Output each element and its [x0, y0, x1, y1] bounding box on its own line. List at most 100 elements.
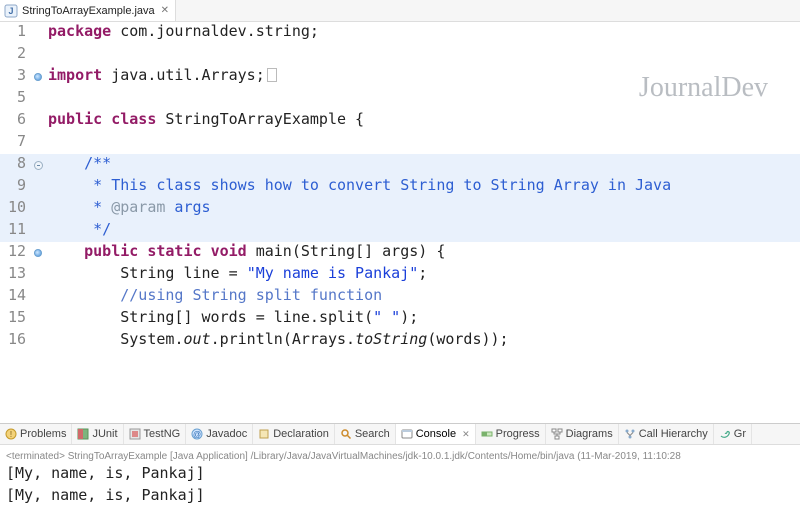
code-line[interactable]: 6public class StringToArrayExample { — [0, 110, 800, 132]
panel-tab-declaration[interactable]: Declaration — [253, 424, 335, 444]
gutter-line-number: 8 — [0, 154, 32, 176]
code-line[interactable]: 14 //using String split function — [0, 286, 800, 308]
code-line[interactable]: 2 — [0, 44, 800, 66]
code-text: String line = "My name is Pankaj"; — [44, 264, 800, 286]
gutter-line-number: 7 — [0, 132, 32, 154]
svg-text:!: ! — [10, 430, 12, 439]
panel-tab-javadoc[interactable]: @Javadoc — [186, 424, 253, 444]
panel-tab-label: Problems — [20, 428, 66, 440]
code-line[interactable]: 16 System.out.println(Arrays.toString(wo… — [0, 330, 800, 352]
gutter-line-number: 3 — [0, 66, 32, 88]
panel-tab-label: Declaration — [273, 428, 329, 440]
gutter-marker — [32, 220, 44, 242]
close-icon[interactable]: ✕ — [462, 429, 470, 440]
code-line[interactable]: 10 * @param args — [0, 198, 800, 220]
panel-tab-label: Javadoc — [206, 428, 247, 440]
code-text: */ — [44, 220, 800, 242]
code-text: import java.util.Arrays; — [44, 66, 800, 88]
ide-window: J StringToArrayExample.java ✕ JournalDev… — [0, 0, 800, 514]
fold-icon[interactable] — [34, 161, 43, 170]
gutter-marker — [32, 88, 44, 110]
gutter-marker — [32, 154, 44, 176]
code-text — [44, 44, 800, 66]
gutter-line-number: 16 — [0, 330, 32, 352]
panel-tab-label: Progress — [496, 428, 540, 440]
gutter-line-number: 2 — [0, 44, 32, 66]
gutter-line-number: 11 — [0, 220, 32, 242]
editor-tabrow: J StringToArrayExample.java ✕ — [0, 0, 800, 22]
code-text — [44, 88, 800, 110]
panel-tab-search[interactable]: Search — [335, 424, 396, 444]
code-text: package com.journaldev.string; — [44, 22, 800, 44]
code-line[interactable]: 9 * This class shows how to convert Stri… — [0, 176, 800, 198]
gutter-marker — [32, 198, 44, 220]
declaration-icon — [258, 428, 270, 440]
search-icon — [340, 428, 352, 440]
panel-tab-testng[interactable]: TestNG — [124, 424, 187, 444]
gutter-marker — [32, 22, 44, 44]
testng-icon — [129, 428, 141, 440]
junit-icon — [77, 428, 89, 440]
bottom-panel-tabs: ! Problems JUnit TestNG @Javadoc Declaration S… — [0, 423, 800, 445]
gutter-line-number: 9 — [0, 176, 32, 198]
panel-tab-junit[interactable]: JUnit — [72, 424, 123, 444]
gutter-marker — [32, 66, 44, 88]
console-icon — [401, 428, 413, 440]
console-output[interactable]: [My, name, is, Pankaj][My, name, is, Pan… — [0, 462, 800, 514]
panel-tab-label: Search — [355, 428, 390, 440]
code-text: public class StringToArrayExample { — [44, 110, 800, 132]
code-line[interactable]: 1package com.journaldev.string; — [0, 22, 800, 44]
panel-tab-console[interactable]: Console ✕ — [396, 424, 476, 444]
javadoc-icon: @ — [191, 428, 203, 440]
panel-tab-callhierarchy[interactable]: Call Hierarchy — [619, 424, 714, 444]
editor-tab-label: StringToArrayExample.java — [22, 5, 155, 17]
gutter-marker — [32, 242, 44, 264]
gutter-line-number: 5 — [0, 88, 32, 110]
panel-tab-label: Call Hierarchy — [639, 428, 708, 440]
editor-tab-active[interactable]: J StringToArrayExample.java ✕ — [0, 0, 176, 21]
code-text: * This class shows how to convert String… — [44, 176, 800, 198]
gutter-line-number: 10 — [0, 198, 32, 220]
panel-tab-diagrams[interactable]: Diagrams — [546, 424, 619, 444]
console-status-line: <terminated> StringToArrayExample [Java … — [0, 445, 800, 462]
gutter-marker — [32, 330, 44, 352]
code-line[interactable]: 5 — [0, 88, 800, 110]
gutter-marker — [32, 44, 44, 66]
gutter-marker — [32, 286, 44, 308]
panel-tab-label: JUnit — [92, 428, 117, 440]
override-marker-icon — [34, 249, 42, 257]
panel-tab-label: TestNG — [144, 428, 181, 440]
panel-tab-problems[interactable]: ! Problems — [0, 424, 72, 444]
code-line[interactable]: 7 — [0, 132, 800, 154]
code-line[interactable]: 13 String line = "My name is Pankaj"; — [0, 264, 800, 286]
folded-import-placeholder[interactable] — [267, 68, 277, 82]
gutter-marker — [32, 132, 44, 154]
code-text: String[] words = line.split(" "); — [44, 308, 800, 330]
code-editor[interactable]: JournalDev 1package com.journaldev.strin… — [0, 22, 800, 423]
gutter-line-number: 12 — [0, 242, 32, 264]
panel-tab-gradle[interactable]: Gr — [714, 424, 752, 444]
code-line[interactable]: 11 */ — [0, 220, 800, 242]
code-line[interactable]: 8 /** — [0, 154, 800, 176]
console-line: [My, name, is, Pankaj] — [6, 486, 794, 508]
diagrams-icon — [551, 428, 563, 440]
code-text — [44, 132, 800, 154]
override-marker-icon — [34, 73, 42, 81]
problems-icon: ! — [5, 428, 17, 440]
panel-tab-label: Console — [416, 428, 456, 440]
code-text: //using String split function — [44, 286, 800, 308]
code-line[interactable]: 12 public static void main(String[] args… — [0, 242, 800, 264]
close-icon[interactable]: ✕ — [159, 5, 171, 16]
gutter-marker — [32, 264, 44, 286]
gutter-line-number: 15 — [0, 308, 32, 330]
java-file-icon: J — [4, 4, 18, 18]
gutter-line-number: 14 — [0, 286, 32, 308]
gutter-marker — [32, 308, 44, 330]
gradle-icon — [719, 428, 731, 440]
code-line[interactable]: 15 String[] words = line.split(" "); — [0, 308, 800, 330]
progress-icon — [481, 428, 493, 440]
panel-tab-progress[interactable]: Progress — [476, 424, 546, 444]
code-text: public static void main(String[] args) { — [44, 242, 800, 264]
code-line[interactable]: 3 import java.util.Arrays; — [0, 66, 800, 88]
svg-text:J: J — [8, 6, 13, 16]
